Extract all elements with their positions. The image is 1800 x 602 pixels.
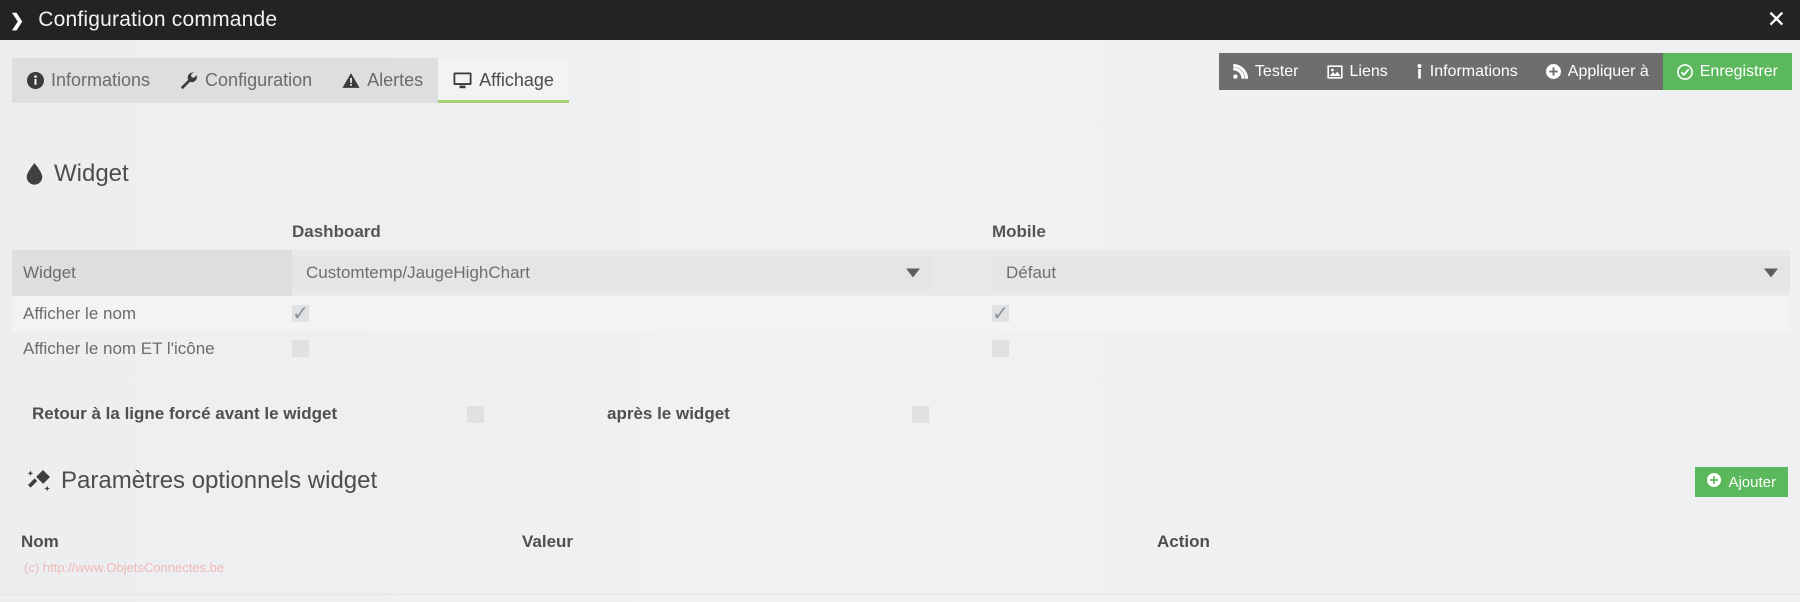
widget-dashboard-select-value: Customtemp/JaugeHighChart xyxy=(306,263,530,282)
check-circle-icon xyxy=(1676,63,1693,80)
appliquer-a-label: Appliquer à xyxy=(1567,62,1649,80)
tester-button[interactable]: Tester xyxy=(1218,53,1313,90)
widget-mobile-cell: Défaut xyxy=(992,250,1790,296)
enregistrer-button[interactable]: Enregistrer xyxy=(1662,53,1792,90)
tab-configuration[interactable]: Configuration xyxy=(165,58,327,103)
rss-icon xyxy=(1233,64,1248,79)
table-row-afficher-le-nom: Afficher le nom ✓ ✓ xyxy=(12,296,1790,331)
params-section-header: Paramètres optionnels widget xyxy=(28,467,377,495)
linebreak-before-label: Retour à la ligne forcé avant le widget xyxy=(32,404,338,423)
afficher-nom-dashboard-cell: ✓ xyxy=(292,296,932,331)
widget-section-header: Widget xyxy=(26,160,129,188)
afficher-nom-icone-mobile-cell xyxy=(992,331,1790,366)
check-icon: ✓ xyxy=(992,301,1009,325)
widget-table: Dashboard Mobile Widget Customtemp/Jauge… xyxy=(12,214,1790,366)
tab-affichage-label: Affichage xyxy=(479,70,554,90)
action-button-bar: Tester Liens Informations Appliquer à En… xyxy=(1218,53,1792,90)
widget-mobile-select[interactable]: Défaut xyxy=(992,256,1790,290)
row-label-widget: Widget xyxy=(12,250,292,296)
linebreak-before-cell xyxy=(467,405,607,423)
plus-circle-icon xyxy=(1707,473,1722,491)
column-header-dashboard: Dashboard xyxy=(292,222,381,241)
chevron-down-icon xyxy=(1764,268,1778,278)
warning-triangle-icon xyxy=(342,72,360,89)
window-title: Configuration commande xyxy=(38,8,278,31)
linebreak-after-cell xyxy=(912,405,1052,423)
params-table: Nom Valeur Action xyxy=(12,525,1790,559)
liens-label: Liens xyxy=(1349,62,1388,80)
params-column-header-valeur: Valeur xyxy=(522,532,574,551)
linebreak-after-label: après le widget xyxy=(607,404,730,423)
params-column-header-nom: Nom xyxy=(21,532,59,551)
tab-affichage[interactable]: Affichage xyxy=(438,58,569,103)
column-header-mobile: Mobile xyxy=(992,222,1046,241)
window-titlebar: ❯ Configuration commande ✕ xyxy=(0,0,1800,40)
plus-circle-icon xyxy=(1545,64,1561,79)
afficher-nom-dashboard-checkbox[interactable]: ✓ xyxy=(292,301,309,325)
magic-wand-icon xyxy=(28,470,50,492)
app-window: ❯ Configuration commande ✕ Informations … xyxy=(0,0,1800,602)
info-circle-icon xyxy=(27,72,44,89)
widget-dashboard-cell: Customtemp/JaugeHighChart xyxy=(292,250,932,296)
row-label-afficher-le-nom: Afficher le nom xyxy=(23,303,137,323)
linebreak-before-checkbox[interactable] xyxy=(467,405,484,423)
afficher-nom-icone-mobile-checkbox[interactable] xyxy=(992,340,1009,357)
widget-mobile-select-value: Défaut xyxy=(1006,263,1057,282)
tab-alertes[interactable]: Alertes xyxy=(327,58,438,103)
tab-alertes-label: Alertes xyxy=(367,70,424,90)
linebreak-row: Retour à la ligne forcé avant le widget … xyxy=(12,394,1790,434)
params-section-title: Paramètres optionnels widget xyxy=(61,467,378,494)
tab-informations-label: Informations xyxy=(51,70,151,90)
informations-button[interactable]: Informations xyxy=(1401,53,1532,90)
row-gap xyxy=(932,250,992,296)
appliquer-a-button[interactable]: Appliquer à xyxy=(1531,53,1663,90)
liens-button[interactable]: Liens xyxy=(1312,53,1402,90)
close-icon[interactable]: ✕ xyxy=(1767,9,1786,32)
widget-dashboard-select[interactable]: Customtemp/JaugeHighChart xyxy=(292,256,932,290)
afficher-nom-icone-dashboard-checkbox[interactable] xyxy=(292,340,309,357)
table-row-widget: Widget Customtemp/JaugeHighChart Défaut xyxy=(12,250,1790,296)
tester-label: Tester xyxy=(1254,62,1299,80)
tab-list: Informations Configuration Alertes Affic… xyxy=(12,58,569,103)
widget-header-spacer xyxy=(12,214,292,250)
check-icon: ✓ xyxy=(292,301,309,325)
table-row-afficher-nom-et-icone: Afficher le nom ET l'icône xyxy=(12,331,1790,366)
ajouter-button[interactable]: Ajouter xyxy=(1695,467,1788,497)
info-icon xyxy=(1416,64,1423,79)
params-table-header-row: Nom Valeur Action xyxy=(12,525,1790,559)
desktop-icon xyxy=(453,72,472,89)
chevron-right-icon[interactable]: ❯ xyxy=(10,12,24,29)
tab-configuration-label: Configuration xyxy=(205,70,313,90)
afficher-nom-mobile-checkbox[interactable]: ✓ xyxy=(992,301,1009,325)
tab-informations[interactable]: Informations xyxy=(12,58,165,103)
row-label-afficher-nom-et-icone: Afficher le nom ET l'icône xyxy=(23,338,215,358)
widget-section-title: Widget xyxy=(54,160,129,187)
image-icon xyxy=(1326,64,1343,79)
row-gap xyxy=(932,331,992,366)
ajouter-label: Ajouter xyxy=(1728,473,1776,491)
params-column-header-action: Action xyxy=(1157,532,1210,551)
afficher-nom-icone-dashboard-cell xyxy=(292,331,932,366)
informations-label: Informations xyxy=(1429,62,1518,80)
chevron-down-icon xyxy=(906,268,920,278)
widget-table-header-row: Dashboard Mobile xyxy=(12,214,1790,250)
column-gap xyxy=(932,214,992,250)
afficher-nom-mobile-cell: ✓ xyxy=(992,296,1790,331)
copyright-text: (c) http://www.ObjetsConnectes.be xyxy=(24,560,225,575)
enregistrer-label: Enregistrer xyxy=(1699,62,1778,80)
tint-droplet-icon xyxy=(26,163,43,185)
wrench-icon xyxy=(180,72,198,89)
row-gap xyxy=(932,296,992,331)
linebreak-after-checkbox[interactable] xyxy=(912,405,929,423)
bottom-divider xyxy=(0,594,1800,595)
